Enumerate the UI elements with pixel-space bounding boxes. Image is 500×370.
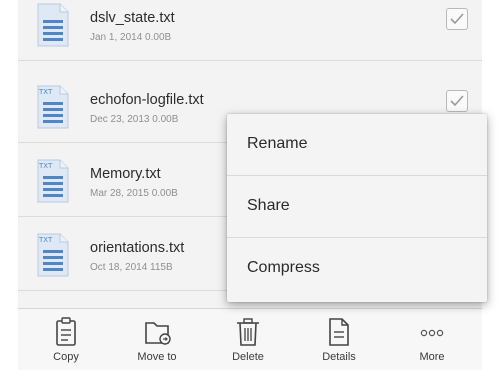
file-meta: Dec 23, 2013 0.00B [90, 114, 179, 125]
file-row[interactable]: dslv_state.txt Jan 1, 2014 0.00B [18, 0, 482, 61]
file-meta: Mar 28, 2015 0.00B [90, 188, 178, 199]
menu-item-share[interactable]: Share [227, 176, 487, 238]
file-checkbox[interactable] [446, 8, 468, 30]
txt-file-icon [37, 3, 69, 47]
file-meta: Jan 1, 2014 0.00B [90, 32, 172, 43]
file-meta: Oct 18, 2014 115B [90, 262, 173, 273]
move-folder-icon [145, 322, 171, 345]
delete-label: Delete [232, 351, 264, 363]
menu-item-label: Rename [247, 135, 308, 152]
move-to-label: Move to [137, 351, 177, 363]
menu-item-label: Share [247, 197, 290, 214]
menu-item-label: Compress [247, 259, 320, 276]
check-icon [450, 95, 464, 107]
bottom-toolbar: Copy Move to Delete Details More [18, 308, 482, 370]
check-icon [450, 13, 464, 25]
delete-button[interactable]: Delete [204, 309, 292, 370]
txt-file-icon: TXT [37, 85, 69, 129]
file-name: echofon-logfile.txt [90, 92, 204, 108]
file-type-badge: TXT [38, 162, 53, 170]
context-menu: Rename Share Compress [227, 114, 487, 302]
file-type-badge: TXT [38, 88, 53, 96]
file-name: dslv_state.txt [90, 10, 175, 26]
copy-label: Copy [53, 351, 79, 363]
trash-icon [237, 318, 259, 346]
details-button[interactable]: Details [295, 309, 383, 370]
more-button[interactable]: More [388, 309, 476, 370]
more-dots-icon [420, 329, 444, 337]
txt-file-icon: TXT [37, 159, 69, 203]
txt-file-icon: TXT [37, 233, 69, 277]
copy-button[interactable]: Copy [22, 309, 110, 370]
more-label: More [419, 351, 445, 363]
file-checkbox[interactable] [446, 90, 468, 112]
menu-item-rename[interactable]: Rename [227, 114, 487, 176]
move-to-button[interactable]: Move to [113, 309, 201, 370]
menu-item-compress[interactable]: Compress [227, 238, 487, 300]
file-type-badge: TXT [38, 236, 53, 244]
copy-icon [56, 317, 76, 346]
details-label: Details [322, 351, 356, 363]
file-name: Memory.txt [90, 166, 161, 182]
details-document-icon [329, 318, 349, 346]
file-name: orientations.txt [90, 240, 185, 256]
